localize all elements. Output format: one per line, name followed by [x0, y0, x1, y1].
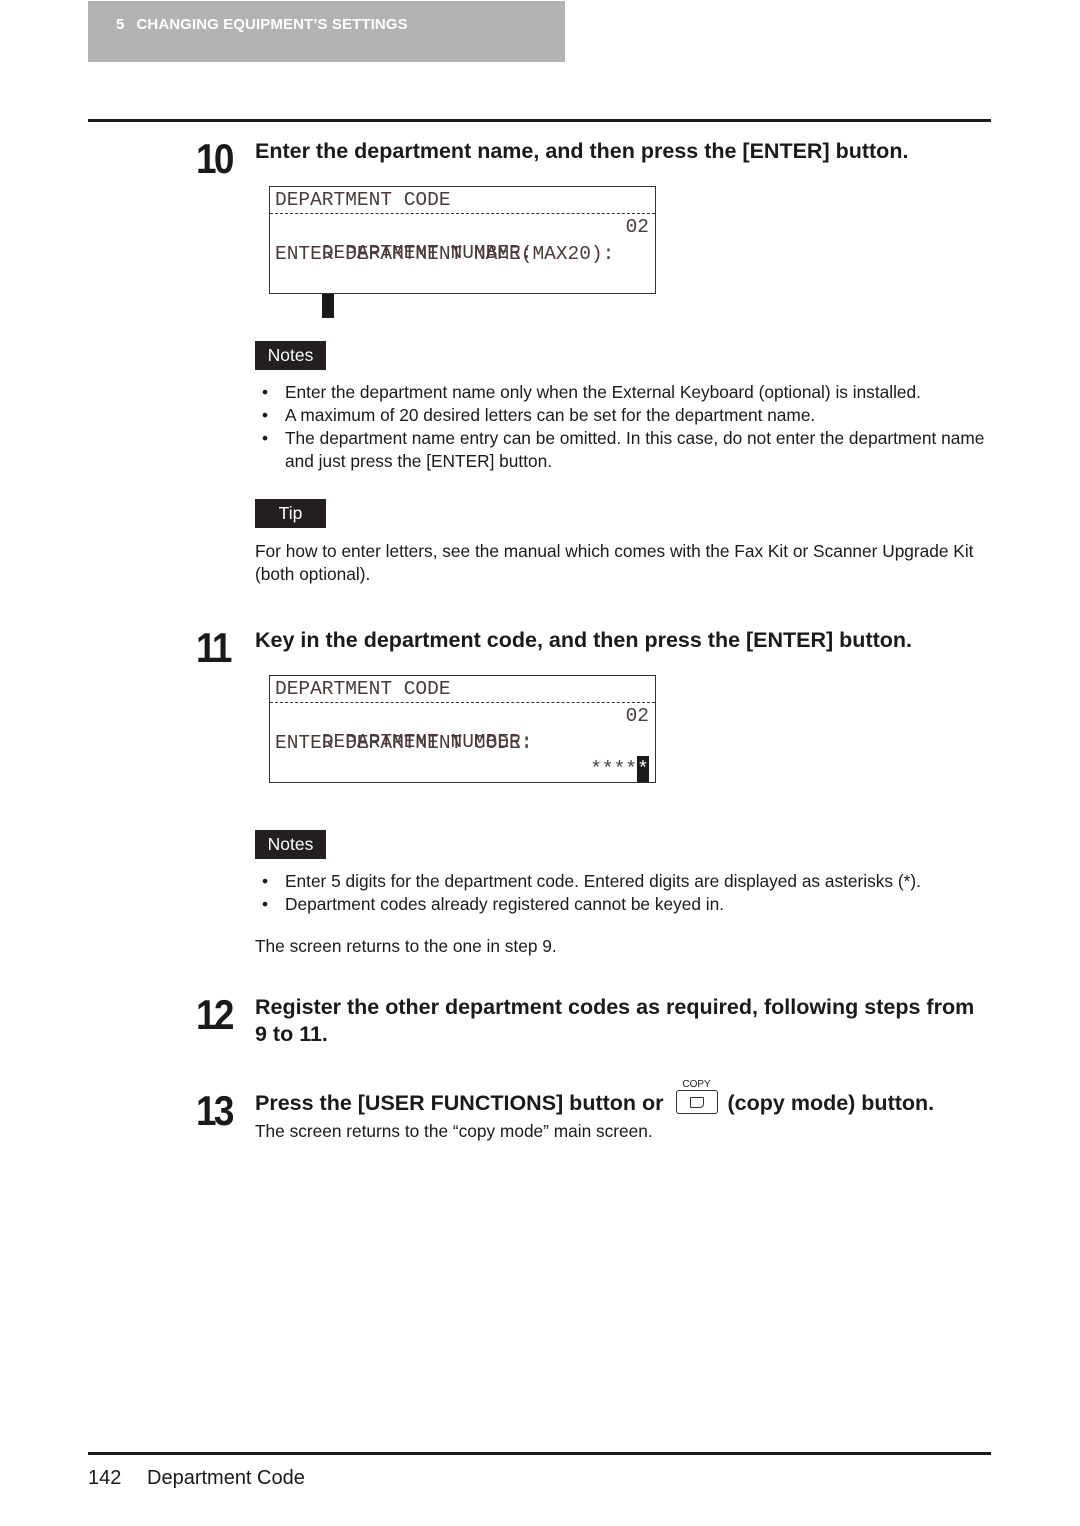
page-number: 142: [88, 1467, 122, 1489]
lcd-line-3: ENTER DEPARTMENT CODE:: [275, 732, 533, 754]
text-cursor: [321, 294, 334, 318]
bottom-divider: [88, 1452, 991, 1455]
lcd-line-2: DEPARTMENT NUMBER: 02: [275, 703, 649, 753]
step-title-10: Enter the department name, and then pres…: [255, 139, 909, 163]
masked-code: ****: [590, 758, 637, 780]
chapter-number: 5: [116, 16, 125, 33]
lcd-department-number-value: 02: [625, 216, 649, 238]
step-number-13: 13: [196, 1087, 234, 1134]
top-divider: [88, 119, 991, 122]
chapter-header: 5 CHANGING EQUIPMENT’S SETTINGS: [88, 1, 565, 62]
copy-mode-icon: [689, 1097, 704, 1109]
step-13-text-before: Press the [USER FUNCTIONS] button or: [255, 1091, 664, 1115]
copy-mode-button-graphic: COPY: [675, 1079, 718, 1115]
note-item: Enter the department name only when the …: [260, 381, 995, 404]
tip-label: Tip: [255, 499, 326, 528]
lcd-line-1: DEPARTMENT CODE: [275, 189, 451, 211]
lcd-department-number-value: 02: [625, 705, 649, 727]
tip-text: For how to enter letters, see the manual…: [255, 541, 974, 584]
lcd-display-step-10: DEPARTMENT CODE DEPARTMENT NUMBER: 02 EN…: [269, 186, 656, 318]
chapter-heading: 5 CHANGING EQUIPMENT’S SETTINGS: [116, 16, 408, 33]
lcd-line-4[interactable]: [275, 267, 649, 318]
step-11-result: The screen returns to the one in step 9.: [255, 936, 557, 956]
note-item: The department name entry can be omitted…: [260, 427, 995, 473]
chapter-title: CHANGING EQUIPMENT’S SETTINGS: [136, 16, 408, 33]
step-title-11: Key in the department code, and then pre…: [255, 628, 912, 652]
step-title-12: Register the other department codes as r…: [255, 995, 975, 1046]
notes-label: Notes: [255, 341, 326, 370]
lcd-line-1: DEPARTMENT CODE: [275, 678, 451, 700]
cursor-character: *: [637, 756, 649, 782]
step-13-result: The screen returns to the “copy mode” ma…: [255, 1121, 653, 1141]
lcd-line-2: DEPARTMENT NUMBER: 02: [275, 214, 649, 264]
lcd-display-step-11: DEPARTMENT CODE DEPARTMENT NUMBER: 02 EN…: [269, 675, 656, 783]
notes-list-step-10: Enter the department name only when the …: [260, 381, 995, 473]
copy-caption: COPY: [682, 1079, 711, 1091]
footer-section-title: Department Code: [147, 1467, 305, 1489]
note-item: Department codes already registered cann…: [260, 893, 995, 916]
lcd-code-entry: *****: [590, 756, 649, 782]
lcd-line-3: ENTER DEPARTMENT NAME(MAX20):: [275, 243, 615, 265]
step-13-text-after: (copy mode) button.: [727, 1091, 935, 1115]
step-number-11: 11: [196, 624, 232, 671]
lcd-line-4[interactable]: *****: [275, 756, 649, 782]
notes-label: Notes: [255, 830, 326, 859]
note-item: Enter 5 digits for the department code. …: [260, 870, 995, 893]
step-number-12: 12: [196, 991, 234, 1038]
step-title-13: Press the [USER FUNCTIONS] button or COPY…: [255, 1079, 985, 1117]
step-number-10: 10: [196, 135, 234, 182]
note-item: A maximum of 20 desired letters can be s…: [260, 404, 995, 427]
notes-list-step-11: Enter 5 digits for the department code. …: [260, 870, 995, 916]
